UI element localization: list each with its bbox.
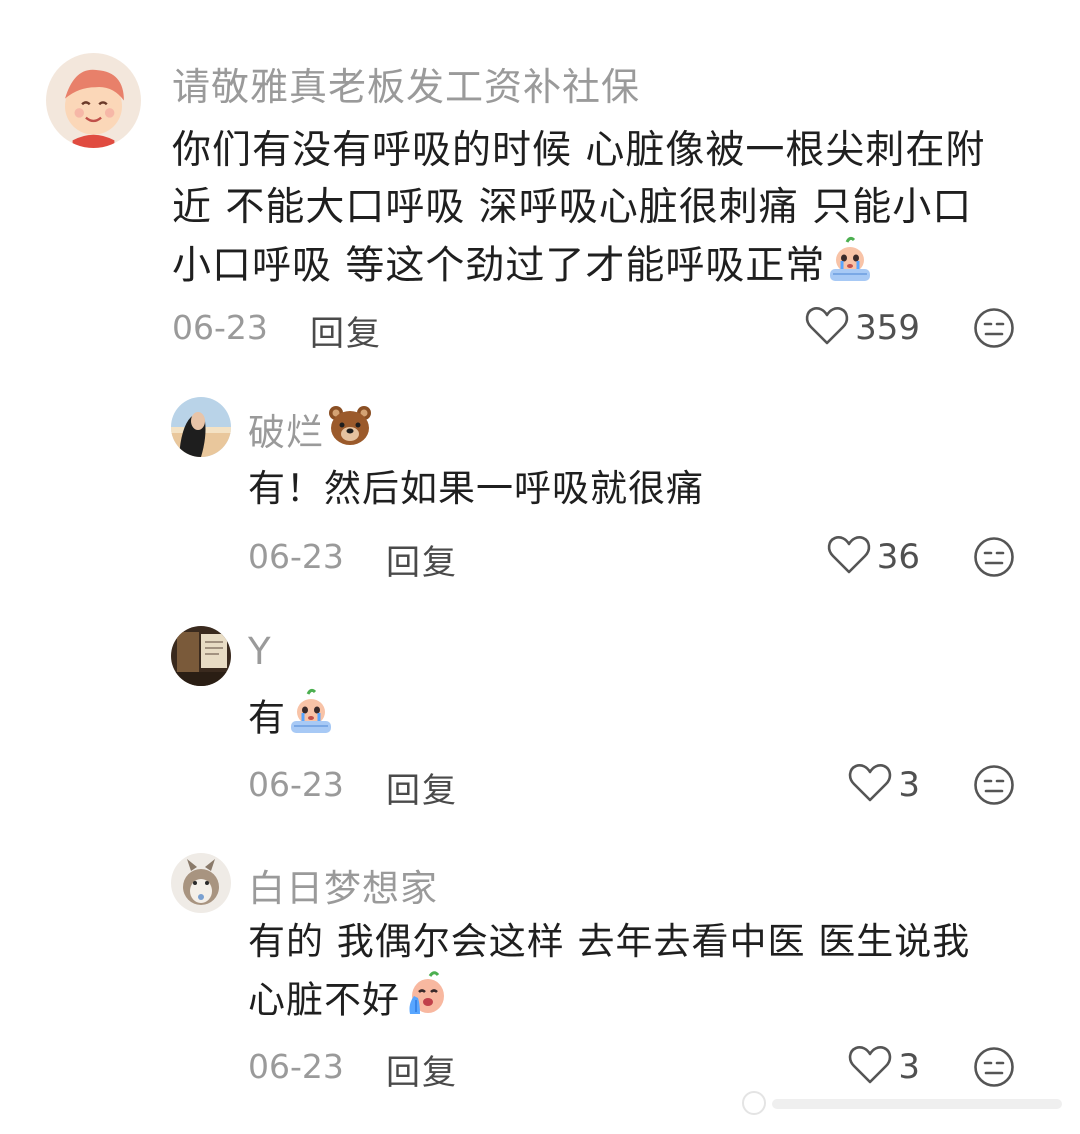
username[interactable]: Y [248,630,272,673]
reply-button[interactable]: 回复 [386,535,458,584]
avatar[interactable] [171,853,231,913]
like-count: 3 [898,1047,920,1087]
neutral-face-icon [974,1047,1014,1087]
username[interactable]: 破烂 [248,402,374,456]
reply-button[interactable]: 回复 [386,763,458,812]
comment-line: 你们有没有呼吸的时候 心脏像被一根尖刺在附 [172,128,986,173]
like-button[interactable]: 359 [790,304,920,352]
username[interactable]: 请敬雅真老板发工资补社保 [172,56,640,111]
comment-line-text: 小口呼吸 等这个劲过了才能呼吸正常 [172,243,826,289]
comment-date: 06-23 [172,308,268,347]
neutral-face-icon [974,537,1014,577]
dislike-button[interactable] [973,764,1015,806]
like-button[interactable]: 3 [790,761,920,809]
comment-line: 心脏不好 [248,970,970,1034]
username-text: 破烂 [248,411,324,454]
avatar[interactable] [171,626,231,686]
heart-outline-icon [848,763,892,807]
reply-button[interactable]: 回复 [386,1045,458,1094]
like-count: 36 [876,537,920,577]
dislike-button[interactable] [973,536,1015,578]
comment-date: 06-23 [248,765,344,804]
dislike-button[interactable] [973,1046,1015,1088]
neutral-face-icon [974,765,1014,805]
comment-text: 有 [248,688,336,752]
watermark [740,1087,1070,1126]
dislike-button[interactable] [973,307,1015,349]
like-count: 3 [898,765,920,805]
comment-line-text: 心脏不好 [248,978,400,1022]
sobbing-face-emoji [400,970,450,1034]
comment-date: 06-23 [248,1047,344,1086]
comment-date: 06-23 [248,537,344,576]
like-button[interactable]: 36 [790,533,920,581]
reply-button[interactable]: 回复 [310,306,382,355]
neutral-face-icon [974,308,1014,348]
comment-text: 有的 我偶尔会这样 去年去看中医 医生说我 心脏不好 [248,913,970,1034]
avatar[interactable] [171,397,231,457]
like-button[interactable]: 3 [790,1043,920,1091]
comment-line: 有！然后如果一呼吸就很痛 [248,467,704,510]
comment-line: 有的 我偶尔会这样 去年去看中医 医生说我 [248,920,971,963]
like-count: 359 [855,308,920,348]
bear-emoji [326,403,374,456]
comment-text: 你们有没有呼吸的时候 心脏像被一根尖刺在附 近 不能大口呼吸 深呼吸心脏很刺痛 … [172,122,985,300]
avatar[interactable] [46,53,141,148]
username[interactable]: 白日梦想家 [248,858,438,912]
comment-line: 小口呼吸 等这个劲过了才能呼吸正常 [172,236,985,300]
crying-face-emoji [825,236,875,300]
comment-line-text: 有 [248,696,286,740]
heart-outline-icon [848,1045,892,1089]
comment-line: 近 不能大口呼吸 深呼吸心脏很刺痛 只能小口 [172,185,973,230]
comment-line: 有 [248,688,336,752]
heart-outline-icon [805,306,849,350]
crying-face-emoji [286,688,336,752]
comment-text: 有！然后如果一呼吸就很痛 [248,460,704,517]
heart-outline-icon [827,535,871,579]
